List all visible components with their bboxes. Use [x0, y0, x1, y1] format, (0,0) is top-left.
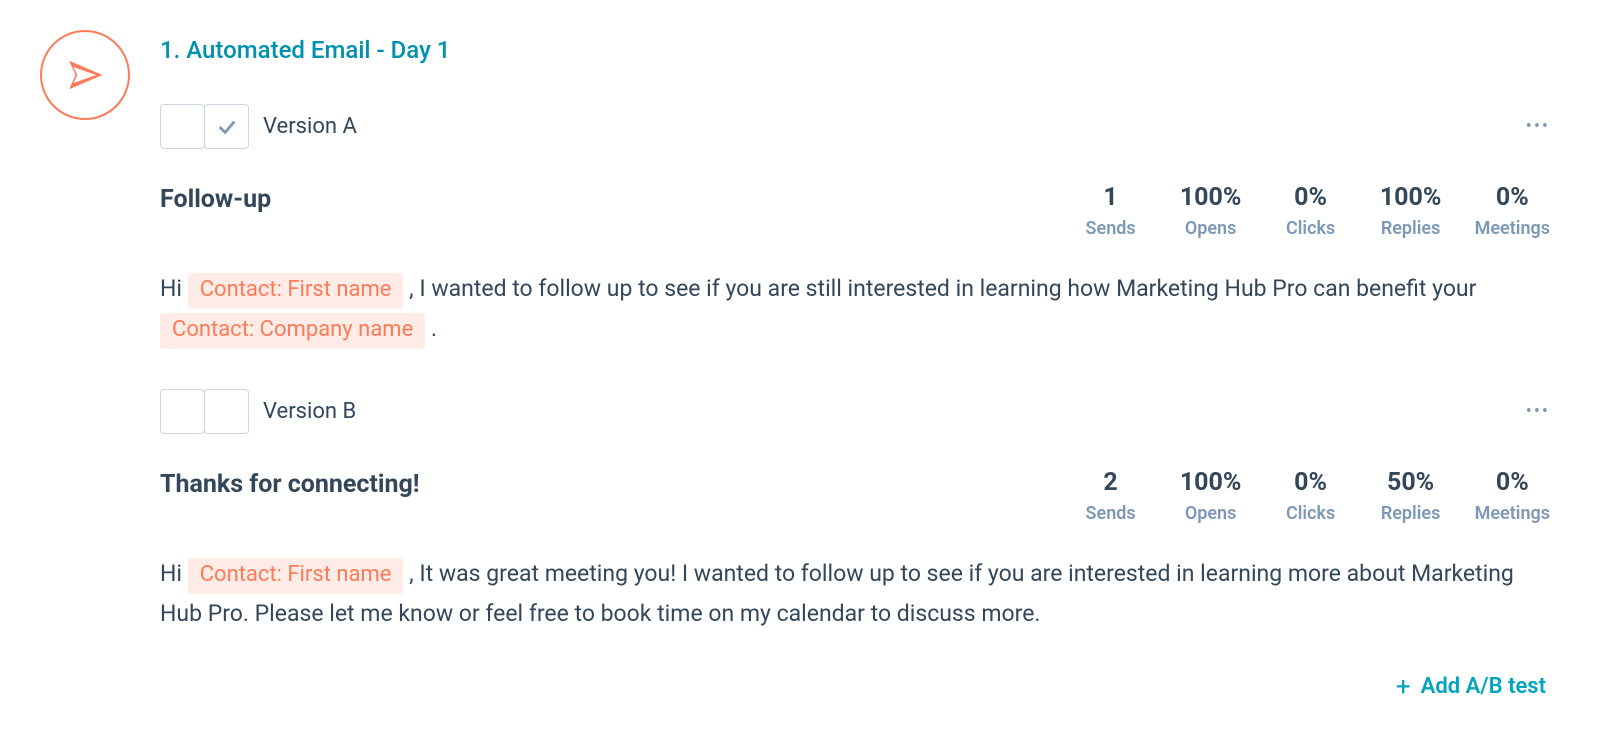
version-toggle-b-on[interactable] [160, 389, 205, 434]
version-row: Version B ••• [160, 389, 1550, 434]
step-title-link[interactable]: 1. Automated Email - Day 1 [160, 36, 1550, 64]
stat-sends: 2 Sends [1075, 468, 1147, 524]
stat-opens: 100% Opens [1175, 468, 1247, 524]
stats-group: 2 Sends 100% Opens 0% Clicks 50% Replies… [1075, 468, 1550, 524]
stat-replies: 100% Replies [1375, 183, 1447, 239]
subject-stats-row: Follow-up 1 Sends 100% Opens 0% Clicks 1… [160, 183, 1550, 239]
version-toggle-group [160, 104, 249, 149]
stat-opens: 100% Opens [1175, 183, 1247, 239]
version-toggle-a-off[interactable] [160, 104, 205, 149]
email-body-preview: Hi Contact: First name , I wanted to fol… [160, 269, 1550, 349]
more-menu-button[interactable]: ••• [1520, 395, 1550, 428]
send-icon [40, 30, 130, 120]
stat-clicks: 0% Clicks [1275, 468, 1347, 524]
add-ab-test-button[interactable]: + Add A/B test [1396, 674, 1546, 699]
email-subject: Thanks for connecting! [160, 468, 1045, 499]
token-pill[interactable]: Contact: First name [188, 558, 404, 594]
token-pill[interactable]: Contact: First name [188, 273, 404, 309]
stat-meetings: 0% Meetings [1475, 468, 1550, 524]
stat-clicks: 0% Clicks [1275, 183, 1347, 239]
version-toggle-a-on[interactable] [204, 104, 249, 149]
stat-sends: 1 Sends [1075, 183, 1147, 239]
more-menu-button[interactable]: ••• [1520, 110, 1550, 143]
email-subject: Follow-up [160, 183, 1045, 214]
stat-replies: 50% Replies [1375, 468, 1447, 524]
version-label: Version A [263, 114, 357, 139]
version-label: Version B [263, 399, 356, 424]
token-pill[interactable]: Contact: Company name [160, 313, 425, 349]
version-toggle-group [160, 389, 249, 434]
stat-meetings: 0% Meetings [1475, 183, 1550, 239]
subject-stats-row: Thanks for connecting! 2 Sends 100% Open… [160, 468, 1550, 524]
version-row: Version A ••• [160, 104, 1550, 149]
email-body-preview: Hi Contact: First name , It was great me… [160, 554, 1550, 634]
stats-group: 1 Sends 100% Opens 0% Clicks 100% Replie… [1075, 183, 1550, 239]
version-toggle-b-off[interactable] [204, 389, 249, 434]
check-icon [216, 116, 238, 138]
